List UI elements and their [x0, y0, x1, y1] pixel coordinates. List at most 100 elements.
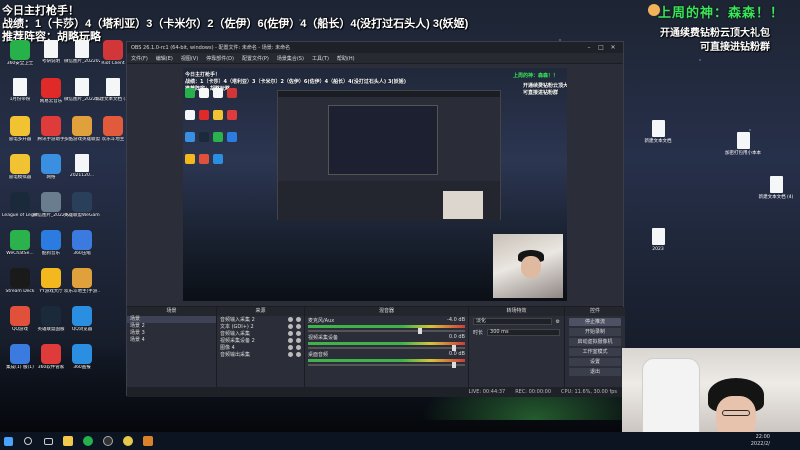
app-icon [10, 230, 30, 250]
app-icon [10, 306, 30, 326]
volume-slider[interactable] [308, 345, 465, 351]
control-buttons: 停止推流开始录制启动虚拟摄像机 工作室模式设置退出 [565, 318, 625, 376]
task-view-icon [43, 437, 53, 445]
app-icon [10, 268, 30, 288]
source-list: 音频输入采集 2 文本 (GDI+) 2 音频输入采集 视频采集设备 2 图像 4 音频输… [217, 316, 304, 358]
taskbar-obs[interactable] [100, 432, 116, 450]
app-icon [41, 230, 61, 250]
source-item[interactable]: 音频输入采集 [217, 330, 304, 337]
obs-menubar: 文件(F) 编辑(E) 视图(V) 停靠部件(D) 配置文件(P) 场景集合(S) 工具(T… [127, 53, 623, 64]
control-button[interactable]: 停止推流 [569, 318, 621, 326]
volume-slider-knob[interactable] [417, 328, 422, 334]
obs-menu-item[interactable]: 视图(V) [181, 55, 198, 62]
lock-icon[interactable] [296, 331, 301, 336]
source-item[interactable]: 文本 (GDI+) 2 [217, 323, 304, 330]
taskbar-app[interactable] [120, 432, 136, 450]
taskbar-file-explorer[interactable] [60, 432, 76, 450]
app-icon [41, 78, 61, 98]
mixer-channel-db: -4.0 dB [447, 317, 465, 323]
app-icon [44, 40, 58, 58]
desktop-file-icon[interactable]: 2023 [640, 228, 676, 252]
app-icon [10, 116, 30, 136]
scenes-dock-title: 场景 [127, 307, 216, 316]
transition-select[interactable]: 淡化 [473, 318, 552, 325]
control-button[interactable]: 退出 [569, 368, 621, 376]
lock-icon[interactable] [296, 345, 301, 350]
source-item[interactable]: 视频采集设备 2 [217, 337, 304, 344]
lock-icon[interactable] [296, 352, 301, 357]
glasses [722, 410, 750, 416]
app-icon [41, 268, 61, 288]
obs-menu-item[interactable]: 编辑(E) [156, 55, 173, 62]
preview-overlay-fan-gift: 开通续费钻粉云顶大礼包 [523, 83, 567, 89]
obs-status-bar: LIVE: 00:44:37 REC: 00:00:00 CPU: 11.6%,… [127, 387, 623, 397]
obs-menu-item[interactable]: 文件(F) [131, 55, 148, 62]
app-icon [41, 116, 61, 136]
desktop-file-icon[interactable]: 新建文本文档 (4) [758, 176, 794, 200]
desktop-icon-label: 360画报 [73, 365, 91, 370]
lock-icon[interactable] [296, 317, 301, 322]
control-button[interactable]: 启动虚拟摄像机 [569, 338, 621, 346]
taskbar-task-view[interactable] [40, 432, 56, 450]
obs-icon [103, 436, 113, 446]
app-icon [10, 344, 30, 364]
control-button[interactable]: 工作室模式 [569, 348, 621, 356]
obs-window[interactable]: OBS 26.1.0-rc1 (64-bit, windows) - 配置文件:… [126, 41, 625, 397]
obs-preview-canvas[interactable]: 今日主打枪手！ 战绩：1（卡莎）4（塔利亚）3（卡米尔）2（佐伊）6(佐伊）4（… [183, 68, 567, 301]
taskbar-search[interactable] [20, 432, 36, 450]
overlay-fan-gift: 开通续费钻粉云顶大礼包 [660, 28, 770, 39]
taskbar-clock[interactable]: 22:00 2022/2/ [751, 434, 770, 448]
obs-menu-item[interactable]: 停靠部件(D) [206, 55, 234, 62]
obs-menu-item[interactable]: 场景集合(S) [277, 55, 304, 62]
volume-slider[interactable] [308, 362, 465, 368]
obs-menu-item[interactable]: 配置文件(P) [242, 55, 269, 62]
scene-item[interactable]: 场景 4 [127, 337, 216, 344]
control-button[interactable]: 开始录制 [569, 328, 621, 336]
scene-item[interactable]: 场景 3 [127, 330, 216, 337]
desktop-file-icon[interactable]: 加密打包用小本本 [725, 132, 761, 156]
taskbar-app-2[interactable] [140, 432, 156, 450]
lock-icon[interactable] [296, 324, 301, 329]
app-icon [143, 436, 153, 446]
visibility-eye-icon[interactable] [288, 352, 293, 357]
visibility-eye-icon[interactable] [288, 338, 293, 343]
visibility-eye-icon[interactable] [288, 345, 293, 350]
mixer-channels: 麦克风/Aux -4.0 dB 视频采集设备 0.0 dB 桌面音频 0.0 dB [305, 316, 468, 368]
source-item[interactable]: 音频输入采集 2 [217, 316, 304, 323]
volume-slider-knob[interactable] [452, 345, 457, 351]
mixer-channel: 麦克风/Aux -4.0 dB [305, 316, 468, 334]
clock-time: 22:00 [755, 434, 770, 440]
visibility-eye-icon[interactable] [288, 324, 293, 329]
minimize-icon[interactable]: – [583, 44, 595, 51]
start-button[interactable] [0, 432, 16, 450]
obs-menu-item[interactable]: 工具(T) [312, 55, 329, 62]
preview-app-icon [227, 88, 237, 98]
close-icon[interactable]: ✕ [607, 44, 619, 51]
visibility-eye-icon[interactable] [288, 317, 293, 322]
duration-field[interactable]: 300 ms [487, 329, 560, 336]
control-button[interactable]: 设置 [569, 358, 621, 366]
obs-menu-item[interactable]: 帮助(H) [337, 55, 355, 62]
source-item[interactable]: 音频输出采集 [217, 351, 304, 358]
volume-slider[interactable] [308, 328, 465, 334]
desktop-file-icon[interactable]: 新建文本文档 [640, 120, 676, 144]
desktop-icon[interactable]: 360画报 [64, 344, 100, 388]
volume-slider-knob[interactable] [452, 362, 457, 368]
scene-item[interactable]: 场景 2 [127, 323, 216, 330]
visibility-eye-icon[interactable] [288, 331, 293, 336]
browser-icon [83, 436, 93, 446]
source-item[interactable]: 图像 4 [217, 344, 304, 351]
obs-titlebar[interactable]: OBS 26.1.0-rc1 (64-bit, windows) - 配置文件:… [127, 42, 623, 53]
taskbar-360-browser[interactable] [80, 432, 96, 450]
overlay-last-week-god: 上周的神：森森！！ [657, 6, 784, 21]
desktop-icon-label: 欢乐斗地主(手游... [64, 289, 100, 294]
app-icon [10, 40, 30, 60]
scene-item[interactable]: 场景 [127, 316, 216, 323]
app-icon [41, 306, 61, 326]
transition-settings-icon[interactable]: ⚙ [556, 319, 560, 325]
preview-app-icon [199, 154, 209, 164]
maximize-icon[interactable]: □ [595, 44, 607, 51]
preview-app-icon [213, 132, 223, 142]
app-icon [106, 78, 120, 96]
lock-icon[interactable] [296, 338, 301, 343]
